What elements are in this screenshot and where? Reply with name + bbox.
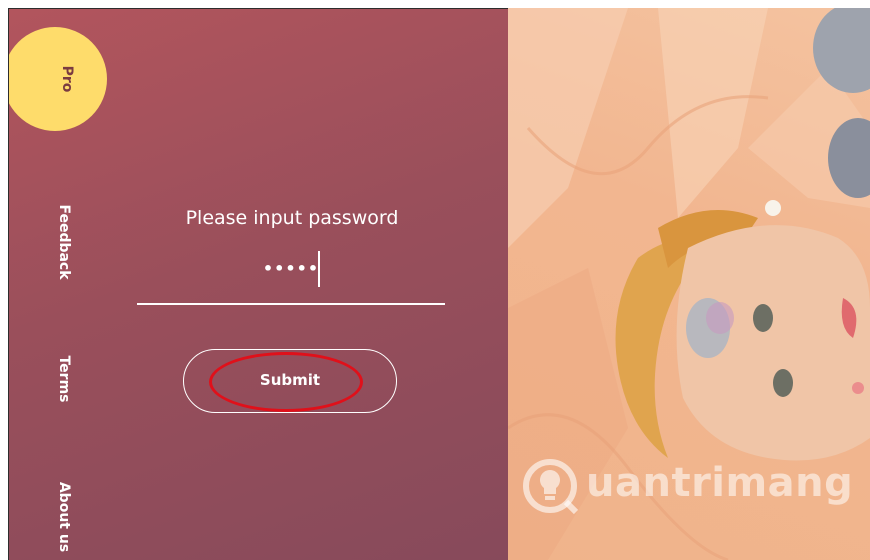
submit-button-label: Submit [259, 371, 321, 389]
password-value: ••••• [262, 259, 320, 278]
nav-terms-link[interactable]: Terms [56, 355, 72, 402]
submit-button[interactable]: Submit [183, 349, 397, 413]
page-frame: Pro Feedback Terms About us Please input… [0, 0, 870, 560]
password-prompt: Please input password [185, 207, 399, 229]
nav-about-link[interactable]: About us [56, 482, 72, 552]
watermark: uantrimang [520, 452, 854, 522]
password-underline [137, 303, 445, 305]
pro-badge[interactable] [9, 27, 107, 131]
login-panel: Pro Feedback Terms About us Please input… [8, 8, 508, 560]
text-caret [318, 251, 320, 287]
nav-feedback-link[interactable]: Feedback [56, 204, 72, 279]
watermark-text: uantrimang [586, 460, 854, 506]
pro-label[interactable]: Pro [59, 66, 75, 93]
lightbulb-icon [523, 459, 579, 515]
